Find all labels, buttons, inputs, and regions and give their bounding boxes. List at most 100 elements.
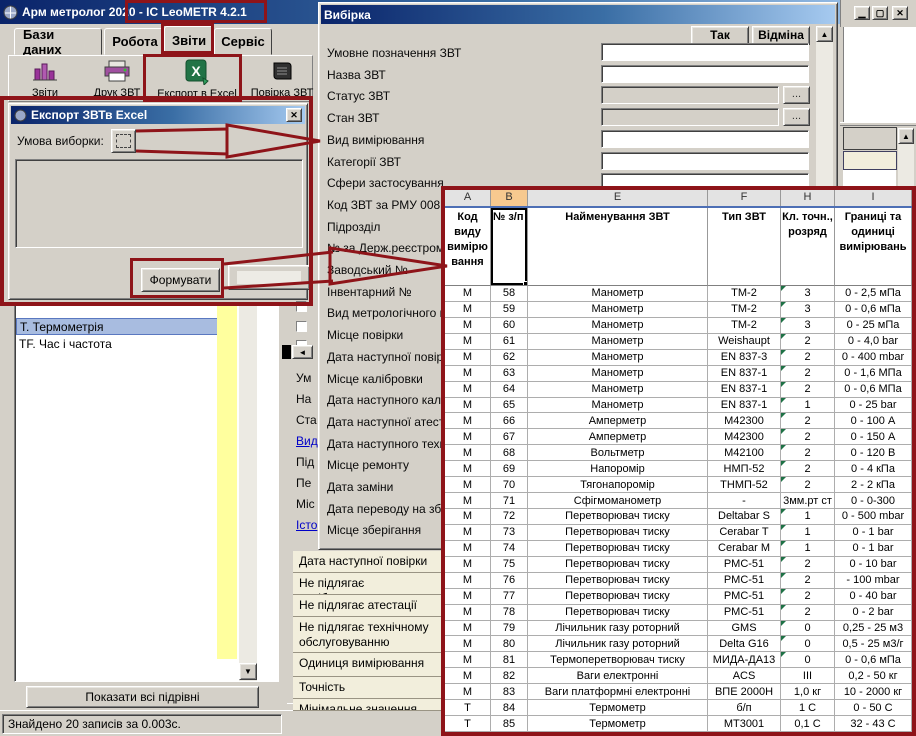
table-row[interactable]: М79Лічильник газу роторнийGMS00,25 - 25 … (445, 621, 912, 637)
header-cell[interactable]: Границі та одиниці вимірювань (835, 208, 912, 286)
cell[interactable]: Weishaupt (708, 334, 781, 349)
header-cell[interactable]: Тип ЗВТ (708, 208, 781, 286)
show-sublevels-button[interactable]: Показати всі підрівні (26, 686, 259, 708)
cell[interactable]: Лічильник газу роторний (528, 621, 708, 636)
cell[interactable]: 0 - 1,6 МПа (835, 366, 912, 381)
cell[interactable]: Cerabar M (708, 541, 781, 556)
cell[interactable]: 64 (491, 382, 528, 397)
cell[interactable]: 77 (491, 589, 528, 604)
cell[interactable]: III (781, 668, 835, 683)
cell[interactable]: М (445, 429, 491, 444)
cell[interactable]: М (445, 334, 491, 349)
cell[interactable]: Термоперетворювач тиску (528, 652, 708, 667)
cell[interactable]: 0 - 1 bar (835, 541, 912, 556)
column-letter-B[interactable]: B (491, 190, 528, 206)
table-row[interactable]: М75Перетворювач тискуPMC-5120 - 10 bar (445, 557, 912, 573)
table-row[interactable]: М66АмперметрМ4230020 - 100 А (445, 413, 912, 429)
cell[interactable]: 0,5 - 25 м3/г (835, 636, 912, 651)
header-cell[interactable]: Код виду вимірю вання (445, 208, 491, 286)
browse-condition-button[interactable] (111, 129, 136, 153)
cell[interactable]: Манометр (528, 350, 708, 365)
toolbar-button-друк-звт[interactable]: Друк ЗВТ (80, 57, 154, 101)
cell[interactable]: 3 (781, 302, 835, 317)
field-input[interactable] (601, 43, 809, 61)
cell[interactable]: 62 (491, 350, 528, 365)
cell[interactable]: 3мм.рт ст (781, 493, 835, 508)
cell[interactable]: ТМ-2 (708, 302, 781, 317)
cell[interactable]: 81 (491, 652, 528, 667)
cell[interactable]: 85 (491, 716, 528, 731)
list-item[interactable]: Т. Термометрія (16, 318, 236, 335)
cell[interactable]: 2 (781, 461, 835, 476)
cell[interactable]: Манометр (528, 398, 708, 413)
field-picker[interactable] (601, 108, 779, 126)
cell[interactable]: Манометр (528, 366, 708, 381)
cell[interactable]: 0,25 - 25 м3 (835, 621, 912, 636)
browse-button[interactable]: ... (783, 108, 810, 126)
cell[interactable]: 2 (781, 573, 835, 588)
cell[interactable]: Манометр (528, 302, 708, 317)
cell[interactable]: Напоромір (528, 461, 708, 476)
table-row[interactable]: Т84Термометрб/п1 С0 - 50 С (445, 700, 912, 716)
toolbar-button-експорт-в-excel[interactable]: XЕкспорт в Excel (150, 57, 244, 101)
cell[interactable]: 10 - 2000 кг (835, 684, 912, 699)
scroll-thumb[interactable] (282, 345, 291, 359)
checkbox[interactable] (296, 301, 307, 312)
table-row[interactable]: Т85ТермометрМТ30010,1 С32 - 43 С (445, 716, 912, 732)
field-input[interactable] (601, 130, 809, 148)
cell[interactable]: 0 - 0,6 МПа (835, 382, 912, 397)
cell[interactable]: 74 (491, 541, 528, 556)
cell[interactable]: М (445, 286, 491, 301)
cell[interactable]: Сфігмоманометр (528, 493, 708, 508)
cell[interactable]: Т (445, 700, 491, 715)
cell[interactable]: 61 (491, 334, 528, 349)
cell[interactable]: EN 837-3 (708, 350, 781, 365)
cell[interactable]: 3 (781, 318, 835, 333)
browse-button[interactable]: ... (783, 86, 810, 104)
cell[interactable]: М (445, 525, 491, 540)
cell[interactable]: ТНМП-52 (708, 477, 781, 492)
maximize-button[interactable]: ▢ (872, 6, 888, 20)
cell[interactable]: Перетворювач тиску (528, 541, 708, 556)
cell[interactable]: 65 (491, 398, 528, 413)
cell[interactable]: М (445, 382, 491, 397)
cell[interactable]: М (445, 350, 491, 365)
cell[interactable]: 3 (781, 286, 835, 301)
cell[interactable]: Delta G16 (708, 636, 781, 651)
table-row[interactable]: М72Перетворювач тискуDeltabar S10 - 500 … (445, 509, 912, 525)
cell[interactable]: 63 (491, 366, 528, 381)
table-row[interactable]: М67АмперметрМ4230020 - 150 А (445, 429, 912, 445)
cell[interactable]: М42100 (708, 445, 781, 460)
cell[interactable]: 66 (491, 413, 528, 428)
cell[interactable]: М (445, 684, 491, 699)
table-row[interactable]: М80Лічильник газу роторнийDelta G1600,5 … (445, 636, 912, 652)
cell[interactable]: 0 (781, 636, 835, 651)
cell[interactable]: 2 (781, 445, 835, 460)
background-link-fragment[interactable]: Вид (296, 434, 318, 448)
cell[interactable]: 1 (781, 398, 835, 413)
cell[interactable]: 2 (781, 350, 835, 365)
tab-4[interactable]: Сервіс (214, 28, 272, 55)
cell[interactable]: Манометр (528, 334, 708, 349)
cell[interactable]: 82 (491, 668, 528, 683)
cell[interactable]: 58 (491, 286, 528, 301)
table-row[interactable]: М83Ваги платформні електронніВПЕ 2000Н1,… (445, 684, 912, 700)
cell[interactable]: 84 (491, 700, 528, 715)
header-cell[interactable]: Найменування ЗВТ (528, 208, 708, 286)
cell[interactable]: Перетворювач тиску (528, 509, 708, 524)
table-row[interactable]: М64МанометрEN 837-120 - 0,6 МПа (445, 382, 912, 398)
minimize-button[interactable]: ▁ (854, 6, 870, 20)
table-row[interactable]: М70ТягонапоромірТНМП-5222 - 2 кПа (445, 477, 912, 493)
cell[interactable]: EN 837-1 (708, 382, 781, 397)
cell[interactable]: Перетворювач тиску (528, 589, 708, 604)
cell[interactable]: 59 (491, 302, 528, 317)
field-input[interactable] (601, 65, 809, 83)
cell[interactable]: 69 (491, 461, 528, 476)
cell[interactable]: 0 - 150 А (835, 429, 912, 444)
column-letter-F[interactable]: F (708, 190, 781, 206)
cell[interactable]: ACS (708, 668, 781, 683)
cell[interactable]: Манометр (528, 382, 708, 397)
scroll-down-icon[interactable]: ▼ (239, 663, 257, 680)
cell[interactable]: М (445, 477, 491, 492)
cell[interactable]: 0 - 0-300 (835, 493, 912, 508)
